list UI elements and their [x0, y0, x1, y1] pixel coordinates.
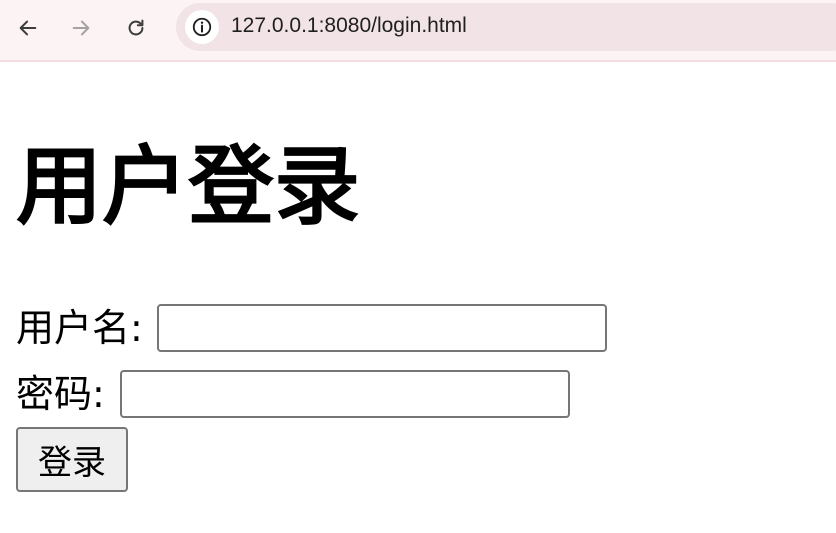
forward-button[interactable]	[64, 11, 98, 45]
reload-icon	[128, 19, 144, 36]
password-input[interactable]	[119, 370, 570, 418]
username-input[interactable]	[156, 304, 607, 352]
username-row: 用户名:	[16, 304, 607, 352]
info-icon	[192, 17, 212, 37]
login-button[interactable]: 登录	[16, 427, 128, 492]
arrow-left-icon	[19, 20, 37, 36]
url-text[interactable]: 127.0.0.1:8080/login.html	[231, 14, 467, 38]
back-button[interactable]	[11, 11, 45, 45]
page-title: 用户登录	[16, 137, 360, 237]
browser-toolbar: 127.0.0.1:8080/login.html	[0, 0, 836, 62]
password-label: 密码:	[16, 372, 105, 416]
address-bar[interactable]: 127.0.0.1:8080/login.html	[176, 3, 836, 51]
reload-button[interactable]	[119, 11, 153, 45]
page-content: 用户登录 用户名: 密码: 登录	[0, 62, 836, 533]
site-info-button[interactable]	[185, 10, 219, 44]
arrow-right-icon	[72, 20, 90, 36]
password-row: 密码:	[16, 370, 570, 418]
username-label: 用户名:	[16, 306, 143, 350]
